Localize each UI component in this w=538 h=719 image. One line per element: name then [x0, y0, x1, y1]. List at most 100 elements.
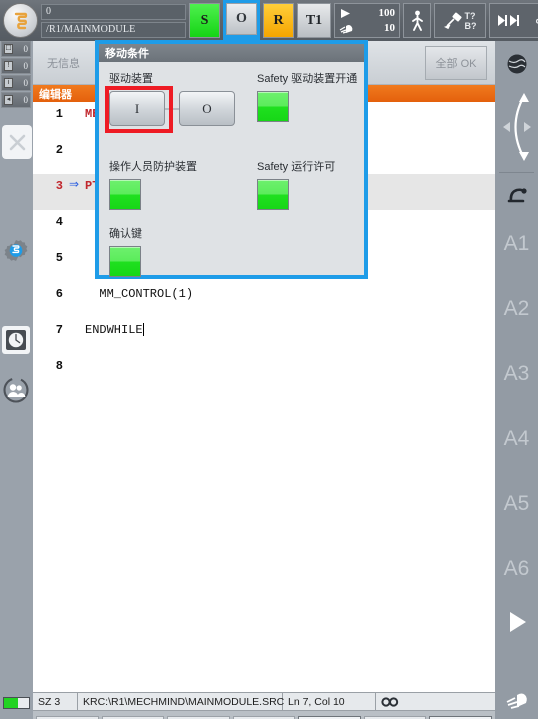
safety-drives-group: Safety 驱动装置开通 [257, 70, 357, 122]
battery-level-fill [4, 698, 18, 708]
program-status-line-1: 0 [41, 3, 186, 20]
user-group-button[interactable] [2, 376, 30, 404]
clock-timer-icon [6, 330, 26, 350]
manual-override-value: 10 [384, 22, 395, 34]
walking-person-icon [411, 10, 423, 31]
line-number: 5 [55, 251, 63, 265]
jog-mode-button[interactable] [403, 3, 431, 38]
line-number: 7 [55, 323, 63, 337]
message-counter-row[interactable]: ☐ 0 [1, 41, 31, 57]
robot-axis-button[interactable] [505, 182, 529, 209]
drives-status-button-wrap[interactable]: O [223, 0, 260, 41]
line-number: 2 [55, 143, 63, 157]
editor-status-bar: SZ 3 KRC:\R1\MECHMIND\MAINMODULE.SRC Ln … [33, 692, 495, 711]
axis-label-a5[interactable]: A5 [495, 471, 538, 536]
code-line[interactable]: 6 MM_CONTROL(1) [33, 282, 495, 318]
jog-hand-button[interactable] [505, 690, 529, 715]
dialog-title-bar: 移动条件 [99, 44, 364, 62]
axis-label-a3[interactable]: A3 [495, 341, 538, 406]
message-counter-row[interactable]: ! 0 [1, 58, 31, 74]
increment-button[interactable]: ∞ [489, 3, 538, 38]
submit-interpreter-status: SZ 3 [33, 692, 78, 711]
line-text: MM_CONTROL(1) [85, 287, 194, 301]
clock-button[interactable] [2, 326, 30, 354]
text-caret [142, 323, 144, 336]
message-count: 0 [23, 61, 29, 71]
message-count: 0 [23, 44, 29, 54]
operator-safety-label: 操作人员防护装置 [109, 161, 197, 173]
world-coordinate-button[interactable] [506, 53, 528, 80]
operating-mode-button[interactable]: T1 [297, 3, 331, 38]
safety-run-group: Safety 运行许可 [257, 158, 335, 210]
robot-interpreter-status-button[interactable]: R [263, 3, 294, 38]
message-count: 0 [23, 95, 29, 105]
line-number: 3 [55, 179, 63, 193]
code-line[interactable]: 7 ENDWHILE [33, 318, 495, 354]
drives-status-button[interactable]: O [226, 3, 257, 35]
kuka-robot-logo-icon [14, 12, 27, 29]
base-label: B? [464, 20, 477, 31]
increment-arrows-icon [498, 15, 520, 26]
dialog-title: 移动条件 [105, 48, 149, 60]
rail-divider [499, 172, 534, 173]
motion-conditions-dialog: 移动条件 驱动装置 I O Safety 驱动装置开通 操作人员防护装置 Saf… [95, 40, 368, 279]
axis-label-a4[interactable]: A4 [495, 406, 538, 471]
toggle-connector [165, 107, 179, 110]
speed-override-button[interactable]: 100 10 [334, 3, 400, 38]
notification-message-icon: i [4, 78, 13, 88]
message-counter-row[interactable]: i 0 [1, 75, 31, 91]
drives-label: 驱动装置 [109, 73, 153, 85]
axis-label-a6[interactable]: A6 [495, 536, 538, 601]
line-number: 4 [55, 215, 63, 229]
robot-axis-icon [507, 188, 527, 203]
acknowledge-all-button[interactable]: 全部 OK [425, 45, 487, 80]
user-group-icon [3, 377, 29, 403]
dialog-message-icon: ◂ [4, 95, 13, 105]
softkey-bar: 更改 指令 动作 打开/关闭 折合 语句行选择 Touch-Up 编辑 [33, 711, 495, 719]
robot-config-button[interactable] [2, 238, 30, 266]
acknowledge-message-icon: ☐ [4, 44, 13, 54]
hand-jog-icon [339, 24, 353, 34]
right-rail: A1 A2 A3 A4 A5 A6 [495, 41, 538, 719]
drives-on-button[interactable]: I [109, 91, 165, 126]
drives-group: 驱动装置 I O [105, 70, 235, 133]
world-coordinate-globe-icon [507, 54, 526, 74]
safety-run-led [257, 179, 289, 210]
jog-direction-button[interactable] [500, 90, 534, 169]
drives-toggle[interactable]: I O [105, 86, 235, 133]
top-status-bar: 0 /R1/MAINMODULE S O R T1 100 10 T? B? [0, 0, 538, 41]
program-run-button[interactable] [505, 609, 529, 640]
tool-gripper-icon [443, 12, 462, 30]
robot-config-gear-icon [4, 240, 28, 261]
play-forward-icon [509, 612, 526, 632]
axis-jog-group: A1 A2 A3 A4 A5 A6 [495, 176, 538, 715]
axis-label-a2[interactable]: A2 [495, 276, 538, 341]
dialog-body: 驱动装置 I O Safety 驱动装置开通 操作人员防护装置 Safety 运… [99, 62, 364, 277]
left-rail: ☐ 0 ! 0 i 0 ◂ 0 [0, 41, 33, 719]
play-triangle-icon [341, 8, 350, 18]
line-pointer: ⇒ [69, 178, 80, 192]
submit-interpreter-status-button[interactable]: S [189, 3, 220, 38]
axis-label-a1[interactable]: A1 [495, 211, 538, 276]
kuka-menu-button[interactable] [3, 3, 38, 38]
program-override-value: 100 [378, 7, 396, 19]
hand-jog-icon [506, 693, 527, 709]
line-text: ENDWHILE [85, 323, 143, 337]
line-number: 6 [55, 287, 63, 301]
line-number: 1 [55, 107, 63, 121]
file-path: KRC:\R1\MECHMIND\MAINMODULE.SRC [78, 692, 284, 711]
program-name-field: /R1/MAINMODULE [41, 21, 186, 38]
jog-direction-arrows-icon [502, 93, 531, 161]
smartpad-screen: 0 /R1/MAINMODULE S O R T1 100 10 T? B? ☐… [0, 0, 538, 719]
message-counter-row[interactable]: ◂ 0 [1, 92, 31, 108]
operator-safety-led [109, 179, 141, 210]
drives-off-button[interactable]: O [179, 91, 235, 126]
cursor-position: Ln 7, Col 10 [283, 692, 376, 711]
code-line[interactable]: 8 [33, 354, 495, 390]
close-button[interactable] [2, 125, 32, 159]
enabling-switch-led [109, 246, 141, 277]
enabling-switch-label: 确认键 [109, 228, 142, 240]
tool-base-button[interactable]: T? B? [434, 3, 486, 38]
message-counter-list: ☐ 0 ! 0 i 0 ◂ 0 [1, 41, 31, 109]
safety-drives-led [257, 91, 289, 122]
